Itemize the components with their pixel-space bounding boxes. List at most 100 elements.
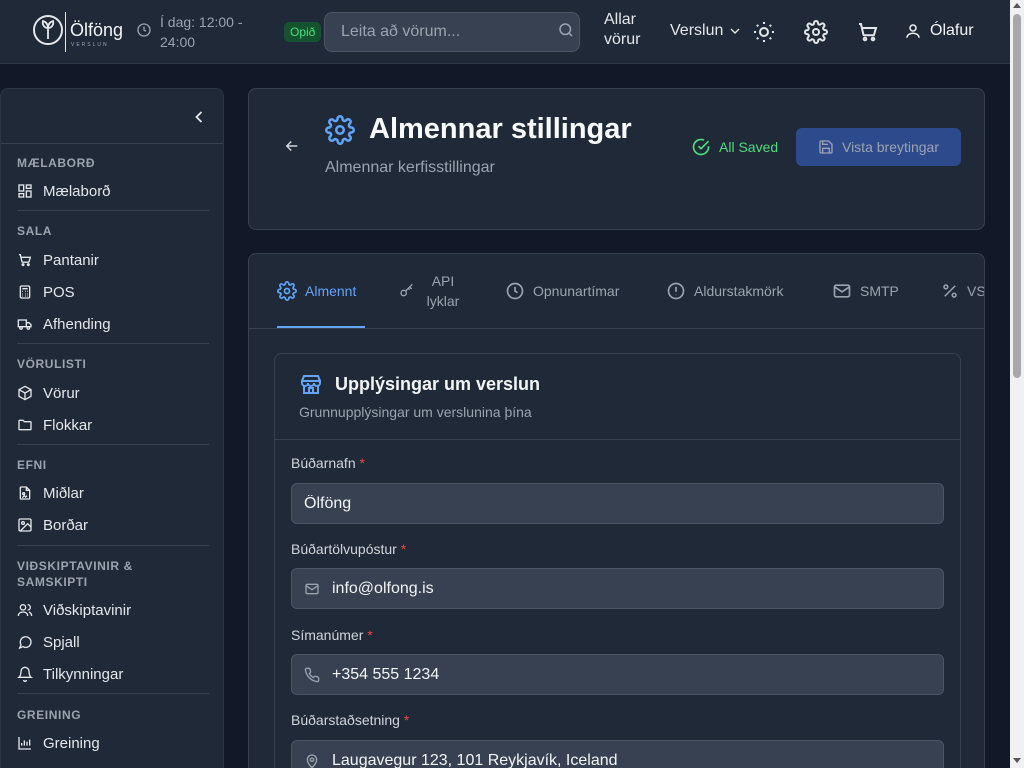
store-email-field bbox=[291, 568, 944, 609]
key-icon bbox=[400, 283, 413, 297]
map-pin-icon bbox=[306, 754, 318, 768]
required-marker: * bbox=[359, 455, 365, 471]
box-icon bbox=[18, 385, 32, 401]
brand-logo[interactable]: Ölföng VERSLUN bbox=[32, 12, 124, 52]
nav-all-products[interactable]: Allar vörur bbox=[604, 10, 652, 50]
sidebar-divider bbox=[17, 444, 209, 445]
user-name: Ólafur bbox=[930, 22, 974, 39]
sidebar-item-label: POS bbox=[43, 283, 75, 301]
store-icon bbox=[301, 375, 321, 394]
tab-age-limits[interactable]: Aldurstakmörk bbox=[666, 254, 783, 328]
field-label-text: Búðarnafn bbox=[291, 455, 356, 471]
store-info-card: Upplýsingar um verslun Grunnupplýsingar … bbox=[274, 353, 961, 768]
settings-content: Upplýsingar um verslun Grunnupplýsingar … bbox=[248, 329, 985, 768]
sidebar-item-label: Vörur bbox=[43, 384, 80, 402]
phone-input[interactable] bbox=[332, 655, 932, 694]
phone-icon bbox=[304, 667, 320, 683]
tab-vat[interactable]: VSK bbox=[941, 254, 985, 328]
opening-hours: Í dag: 12:00 - 24:00 bbox=[136, 10, 276, 54]
section-description: Grunnupplýsingar um verslunina þína bbox=[299, 404, 532, 420]
sidebar-section-title: VIÐSKIPTAVINIR & SAMSKIPTI bbox=[17, 559, 133, 589]
sidebar-item-categories[interactable]: Flokkar bbox=[17, 411, 209, 439]
sun-icon[interactable] bbox=[752, 20, 776, 44]
tab-opening-hours[interactable]: Opnunartímar bbox=[505, 254, 619, 328]
page-header: Almennar stillingar Almennar kerfisstill… bbox=[248, 88, 985, 230]
location-field bbox=[291, 740, 944, 768]
sidebar-section-title: SALA bbox=[17, 224, 53, 238]
sidebar-item-customers[interactable]: Viðskiptavinir bbox=[17, 596, 209, 624]
tab-label: API lyklar bbox=[426, 273, 460, 309]
logo-divider bbox=[65, 12, 66, 52]
search-icon[interactable] bbox=[557, 21, 575, 39]
tab-label: Opnunartímar bbox=[533, 283, 620, 299]
sidebar-item-orders[interactable]: Pantanir bbox=[17, 246, 209, 274]
store-email-input[interactable] bbox=[332, 569, 932, 608]
chart-icon bbox=[18, 737, 31, 750]
chevron-down-icon bbox=[730, 28, 740, 34]
mail-icon bbox=[305, 583, 319, 595]
search-input[interactable] bbox=[325, 13, 545, 51]
settings-tabs: Almennt API lyklar Opnunartímar Aldursta… bbox=[248, 253, 985, 329]
sidebar-item-delivery[interactable]: Afhending bbox=[17, 310, 209, 338]
bell-icon bbox=[17, 666, 33, 682]
tab-label: Aldurstakmörk bbox=[694, 283, 784, 299]
sidebar-item-media[interactable]: Miðlar bbox=[17, 479, 209, 507]
sidebar: MÆLABORÐ Mælaborð SALA Pantanir POS Afhe… bbox=[0, 88, 224, 768]
location-input[interactable] bbox=[332, 741, 932, 768]
save-changes-button[interactable]: Vista breytingar bbox=[796, 128, 961, 166]
user-menu[interactable]: Ólafur bbox=[904, 22, 974, 40]
nav-store-label: Verslun bbox=[670, 22, 724, 39]
chat-icon bbox=[18, 636, 32, 650]
tab-api-keys[interactable]: API lyklar bbox=[399, 254, 463, 328]
sidebar-item-label: Afhending bbox=[43, 315, 111, 333]
sidebar-item-label: Tilkynningar bbox=[43, 665, 124, 683]
sidebar-item-analytics[interactable]: Greining bbox=[17, 729, 209, 757]
scrollbar-thumb[interactable] bbox=[1013, 14, 1021, 378]
cart-icon[interactable] bbox=[856, 20, 880, 44]
logo-wordmark: Ölföng bbox=[70, 20, 124, 40]
logo-leaf-icon bbox=[33, 15, 63, 45]
sidebar-item-notifications[interactable]: Tilkynningar bbox=[17, 660, 209, 688]
arrow-left-icon[interactable] bbox=[283, 137, 301, 155]
alert-icon bbox=[667, 282, 685, 300]
nav-store-dropdown[interactable]: Verslun bbox=[670, 22, 743, 40]
sidebar-item-dashboard[interactable]: Mælaborð bbox=[17, 177, 209, 205]
media-icon bbox=[19, 486, 31, 500]
tab-smtp[interactable]: SMTP bbox=[832, 254, 899, 328]
active-tab-indicator bbox=[277, 326, 365, 328]
scroll-up-arrow[interactable] bbox=[1013, 3, 1021, 8]
sidebar-item-label: Borðar bbox=[43, 516, 89, 534]
store-name-input[interactable] bbox=[304, 484, 924, 523]
section-title: Upplýsingar um verslun bbox=[335, 374, 541, 394]
sidebar-divider bbox=[17, 210, 209, 211]
gear-icon[interactable] bbox=[804, 20, 828, 44]
mail-icon bbox=[833, 284, 851, 298]
user-icon bbox=[906, 24, 920, 38]
phone-label: Símanúmer * bbox=[291, 627, 373, 643]
save-icon bbox=[819, 140, 833, 154]
required-marker: * bbox=[403, 712, 410, 728]
sidebar-item-banners[interactable]: Borðar bbox=[17, 511, 209, 539]
sidebar-item-chat[interactable]: Spjall bbox=[17, 628, 209, 656]
scroll-down-arrow[interactable] bbox=[1013, 758, 1021, 763]
page-scrollbar[interactable] bbox=[1010, 0, 1024, 768]
check-circle-icon bbox=[692, 138, 710, 156]
sidebar-item-label: Flokkar bbox=[43, 416, 93, 434]
sidebar-item-products[interactable]: Vörur bbox=[17, 379, 209, 407]
tab-label: VSK bbox=[967, 283, 985, 299]
sidebar-item-pos[interactable]: POS bbox=[17, 278, 209, 306]
sidebar-item-label: Miðlar bbox=[43, 484, 84, 502]
save-status: All Saved bbox=[691, 137, 778, 157]
field-label-text: Símanúmer bbox=[291, 627, 364, 643]
store-name-field bbox=[291, 483, 944, 524]
tab-general[interactable]: Almennt bbox=[277, 254, 365, 328]
sidebar-item-label: Spjall bbox=[43, 633, 80, 651]
page-title: Almennar stillingar bbox=[369, 113, 632, 145]
sidebar-section-title: EFNI bbox=[17, 458, 47, 472]
users-icon bbox=[17, 604, 33, 617]
tab-label: SMTP bbox=[860, 283, 899, 299]
sidebar-item-label: Pantanir bbox=[43, 251, 99, 269]
sidebar-divider bbox=[1, 143, 223, 144]
chevron-left-icon[interactable] bbox=[189, 107, 209, 127]
page-subtitle: Almennar kerfisstillingar bbox=[325, 159, 495, 176]
